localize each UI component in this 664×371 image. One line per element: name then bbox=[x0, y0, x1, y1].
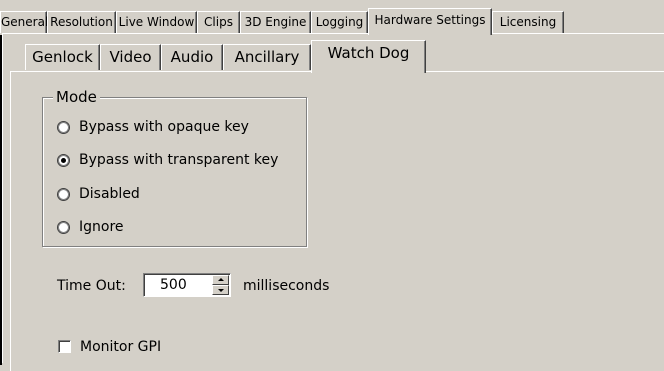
radio-label: Bypass with transparent key bbox=[79, 152, 279, 168]
spin-down-button[interactable] bbox=[212, 285, 229, 295]
tab-live-window[interactable]: Live Window bbox=[116, 11, 197, 33]
radio-button[interactable] bbox=[57, 120, 70, 134]
tab-label: 3D Engine bbox=[244, 15, 307, 29]
spin-up-button[interactable] bbox=[212, 275, 229, 285]
tab-label: Hardware Settings bbox=[374, 13, 486, 27]
tab-ancillary[interactable]: Ancillary bbox=[223, 44, 311, 70]
radio-ignore[interactable]: Ignore bbox=[57, 217, 124, 237]
tab-logging[interactable]: Logging bbox=[311, 11, 368, 33]
tab-label: Resolution bbox=[50, 15, 113, 29]
window-edge bbox=[0, 35, 2, 365]
radio-disabled[interactable]: Disabled bbox=[57, 184, 140, 204]
radio-bypass-transparent[interactable]: Bypass with transparent key bbox=[57, 150, 278, 170]
tab-clips[interactable]: Clips bbox=[197, 11, 240, 33]
timeout-value[interactable]: 500 bbox=[160, 277, 187, 293]
tab-licensing[interactable]: Licensing bbox=[492, 11, 564, 33]
radio-button[interactable] bbox=[57, 187, 70, 201]
monitor-gpi-checkbox[interactable] bbox=[58, 340, 71, 353]
radio-label: Bypass with opaque key bbox=[79, 119, 249, 135]
tab-label: Logging bbox=[315, 15, 364, 29]
radio-button[interactable] bbox=[57, 220, 70, 234]
radio-label: Disabled bbox=[79, 186, 140, 202]
tab-label: Clips bbox=[204, 15, 233, 29]
tab-label: Genlock bbox=[32, 48, 93, 66]
tab-label: General bbox=[1, 15, 49, 29]
arrow-down-icon bbox=[218, 289, 224, 292]
tab-label: Watch Dog bbox=[327, 44, 410, 62]
tab-3d-engine[interactable]: 3D Engine bbox=[240, 11, 311, 33]
tab-video[interactable]: Video bbox=[100, 44, 161, 70]
timeout-spinbox[interactable]: 500 bbox=[143, 273, 231, 297]
tab-label: Video bbox=[109, 48, 152, 66]
tab-label: Ancillary bbox=[234, 48, 300, 66]
tab-watch-dog[interactable]: Watch Dog bbox=[311, 40, 426, 73]
timeout-unit: milliseconds bbox=[243, 278, 330, 294]
radio-bypass-opaque[interactable]: Bypass with opaque key bbox=[57, 117, 249, 137]
tab-label: Audio bbox=[170, 48, 214, 66]
tab-label: Licensing bbox=[499, 15, 557, 29]
tab-audio[interactable]: Audio bbox=[161, 44, 223, 70]
tab-resolution[interactable]: Resolution bbox=[47, 11, 116, 33]
spin-buttons bbox=[212, 275, 229, 295]
tab-genlock[interactable]: Genlock bbox=[25, 44, 100, 70]
mode-group-title: Mode bbox=[53, 88, 100, 106]
monitor-gpi-label: Monitor GPI bbox=[80, 339, 162, 355]
arrow-up-icon bbox=[218, 278, 224, 281]
radio-label: Ignore bbox=[79, 219, 124, 235]
tab-label: Live Window bbox=[118, 15, 195, 29]
tab-hardware-settings[interactable]: Hardware Settings bbox=[368, 8, 492, 35]
timeout-label: Time Out: bbox=[57, 278, 126, 294]
tab-general[interactable]: General bbox=[0, 11, 49, 33]
radio-button[interactable] bbox=[57, 153, 70, 167]
